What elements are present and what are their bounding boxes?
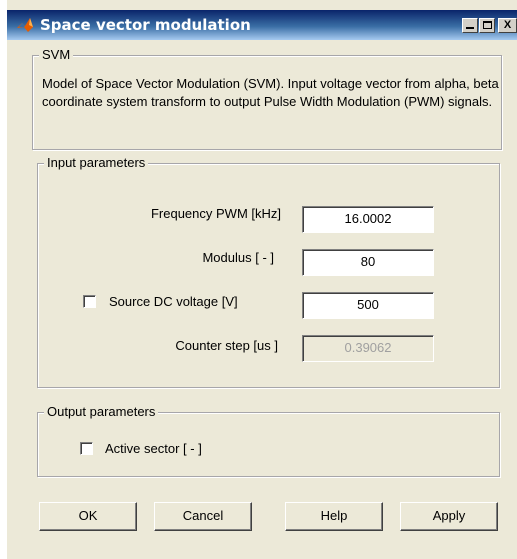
help-button[interactable]: Help xyxy=(285,502,383,531)
window-title: Space vector modulation xyxy=(40,16,251,34)
active-sector-label: Active sector [ - ] xyxy=(105,441,202,456)
svm-group: SVM Model of Space Vector Modulation (SV… xyxy=(32,47,502,150)
frequency-pwm-field[interactable]: 16.0002 xyxy=(302,206,434,233)
maximize-button[interactable] xyxy=(479,18,495,33)
dialog-window: Space vector modulation X SVM Model of S… xyxy=(7,0,517,559)
counter-step-field: 0.39062 xyxy=(302,335,434,362)
close-button[interactable]: X xyxy=(498,18,517,33)
input-parameters-label: Input parameters xyxy=(44,155,149,170)
svm-group-label: SVM xyxy=(39,47,74,62)
maximize-icon xyxy=(483,21,492,29)
source-dc-voltage-label: Source DC voltage [V] xyxy=(109,294,238,309)
title-bar[interactable]: Space vector modulation X xyxy=(7,10,517,40)
modulus-label: Modulus [ - ] xyxy=(202,250,274,265)
apply-button[interactable]: Apply xyxy=(400,502,498,531)
svm-description: Model of Space Vector Modulation (SVM). … xyxy=(42,76,499,109)
active-sector-checkbox[interactable] xyxy=(80,442,93,455)
output-parameters-label: Output parameters xyxy=(44,404,159,419)
modulus-field[interactable]: 80 xyxy=(302,249,434,276)
minimize-button[interactable] xyxy=(462,18,478,33)
close-icon: X xyxy=(503,19,512,31)
counter-step-label: Counter step [us ] xyxy=(175,338,278,353)
frequency-pwm-label: Frequency PWM [kHz] xyxy=(150,206,281,221)
matlab-logo-icon xyxy=(17,18,33,32)
source-dc-voltage-checkbox[interactable] xyxy=(83,295,96,308)
minimize-icon xyxy=(466,27,474,29)
source-dc-voltage-field[interactable]: 500 xyxy=(302,292,434,319)
cancel-button[interactable]: Cancel xyxy=(154,502,252,531)
ok-button[interactable]: OK xyxy=(39,502,137,531)
